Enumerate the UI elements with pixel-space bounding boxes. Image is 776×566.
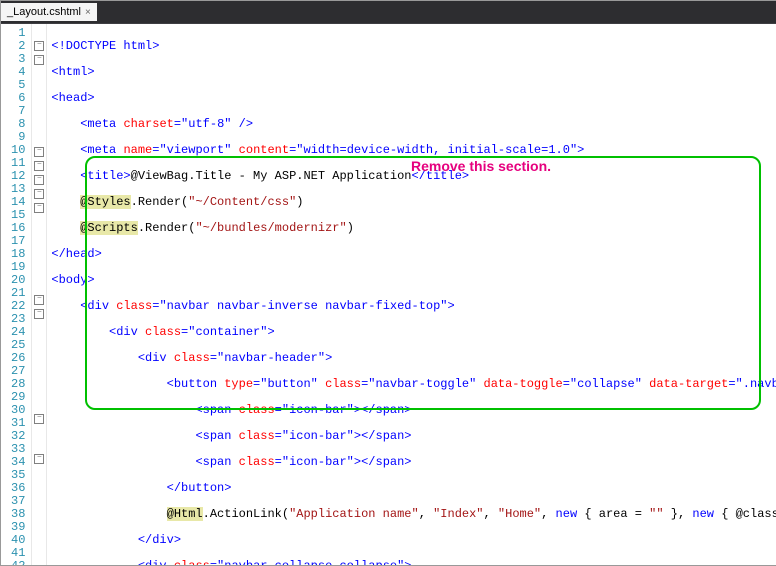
tab-label: _Layout.cshtml: [7, 6, 81, 18]
fold-gutter: − − − − − − − − − − −: [32, 24, 47, 565]
fold-toggle[interactable]: −: [34, 147, 44, 157]
fold-toggle[interactable]: −: [34, 189, 44, 199]
editor-main: 1234567891011121314151617181920212223242…: [1, 24, 776, 565]
fold-toggle[interactable]: −: [34, 414, 44, 424]
fold-toggle[interactable]: −: [34, 454, 44, 464]
code-area[interactable]: <!DOCTYPE html> <html> <head> <meta char…: [47, 24, 776, 565]
fold-toggle[interactable]: −: [34, 161, 44, 171]
fold-toggle[interactable]: −: [34, 55, 44, 65]
file-tab[interactable]: _Layout.cshtml ×: [1, 3, 97, 21]
tab-bar: _Layout.cshtml ×: [1, 1, 776, 24]
fold-toggle[interactable]: −: [34, 295, 44, 305]
line-gutter: 1234567891011121314151617181920212223242…: [1, 24, 32, 565]
editor: _Layout.cshtml × 12345678910111213141516…: [0, 0, 776, 566]
close-icon[interactable]: ×: [85, 7, 91, 18]
fold-toggle[interactable]: −: [34, 175, 44, 185]
line-number: 42: [11, 560, 25, 565]
annotation-label: Remove this section.: [411, 158, 551, 174]
fold-toggle[interactable]: −: [34, 41, 44, 51]
fold-toggle[interactable]: −: [34, 309, 44, 319]
fold-toggle[interactable]: −: [34, 203, 44, 213]
